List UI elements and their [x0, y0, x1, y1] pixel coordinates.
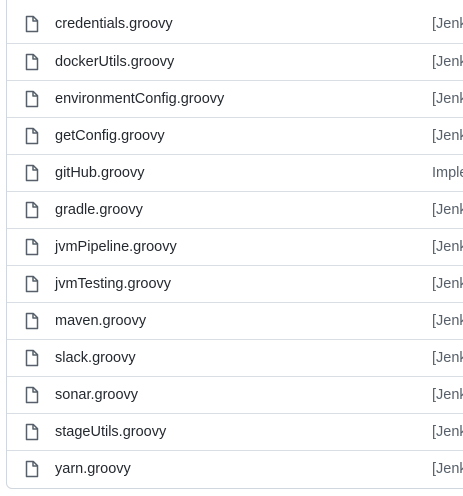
file-name-link[interactable]: maven.groovy: [55, 311, 146, 331]
file-name-link[interactable]: yarn.groovy: [55, 459, 131, 479]
file-row[interactable]: maven.groovy [Jenk: [7, 302, 463, 339]
file-row[interactable]: gitHub.groovy Imple: [7, 154, 463, 191]
file-row[interactable]: jvmPipeline.groovy [Jenk: [7, 228, 463, 265]
file-row[interactable]: getConfig.groovy [Jenk: [7, 117, 463, 154]
commit-message-link[interactable]: [Jenk: [432, 89, 463, 109]
file-icon: [24, 15, 40, 33]
file-name-link[interactable]: sonar.groovy: [55, 385, 138, 405]
file-name-link[interactable]: jvmPipeline.groovy: [55, 237, 177, 257]
file-name-link[interactable]: slack.groovy: [55, 348, 136, 368]
file-icon: [24, 90, 40, 108]
file-icon: [24, 423, 40, 441]
commit-message-link[interactable]: [Jenk: [432, 348, 463, 368]
file-row[interactable]: gradle.groovy [Jenk: [7, 191, 463, 228]
file-row[interactable]: sonar.groovy [Jenk: [7, 376, 463, 413]
file-name-link[interactable]: credentials.groovy: [55, 14, 173, 34]
file-icon: [24, 312, 40, 330]
commit-message-link[interactable]: [Jenk: [432, 237, 463, 257]
commit-message-link[interactable]: [Jenk: [432, 52, 463, 72]
file-row[interactable]: credentials.groovy [Jenk: [7, 6, 463, 43]
file-row[interactable]: stageUtils.groovy [Jenk: [7, 413, 463, 450]
commit-message-link[interactable]: [Jenk: [432, 459, 463, 479]
file-icon: [24, 349, 40, 367]
commit-message-link[interactable]: [Jenk: [432, 14, 463, 34]
commit-message-link[interactable]: [Jenk: [432, 311, 463, 331]
file-list: credentials.groovy[JenkdockerUtils.groov…: [6, 0, 463, 489]
file-row[interactable]: slack.groovy [Jenk: [7, 339, 463, 376]
file-icon: [24, 460, 40, 478]
file-name-link[interactable]: gitHub.groovy: [55, 163, 144, 183]
file-icon: [24, 201, 40, 219]
file-name-link[interactable]: jvmTesting.groovy: [55, 274, 171, 294]
file-row[interactable]: dockerUtils.groovy [Jenk: [7, 43, 463, 80]
file-name-link[interactable]: stageUtils.groovy: [55, 422, 166, 442]
commit-message-link[interactable]: [Jenk: [432, 422, 463, 442]
commit-message-link[interactable]: [Jenk: [432, 274, 463, 294]
file-icon: [24, 238, 40, 256]
file-icon: [24, 127, 40, 145]
file-name-link[interactable]: getConfig.groovy: [55, 126, 165, 146]
file-icon: [24, 386, 40, 404]
commit-message-link[interactable]: [Jenk: [432, 200, 463, 220]
commit-message-link[interactable]: [Jenk: [432, 126, 463, 146]
file-icon: [24, 275, 40, 293]
commit-message-link[interactable]: [Jenk: [432, 385, 463, 405]
file-name-link[interactable]: gradle.groovy: [55, 200, 143, 220]
file-name-link[interactable]: dockerUtils.groovy: [55, 52, 174, 72]
file-icon: [24, 164, 40, 182]
file-row[interactable]: environmentConfig.groovy [Jenk: [7, 80, 463, 117]
file-row[interactable]: yarn.groovy [Jenk: [7, 450, 463, 487]
file-name-link[interactable]: environmentConfig.groovy: [55, 89, 224, 109]
file-row[interactable]: jvmTesting.groovy [Jenk: [7, 265, 463, 302]
commit-message-link[interactable]: Imple: [432, 163, 463, 183]
file-icon: [24, 53, 40, 71]
